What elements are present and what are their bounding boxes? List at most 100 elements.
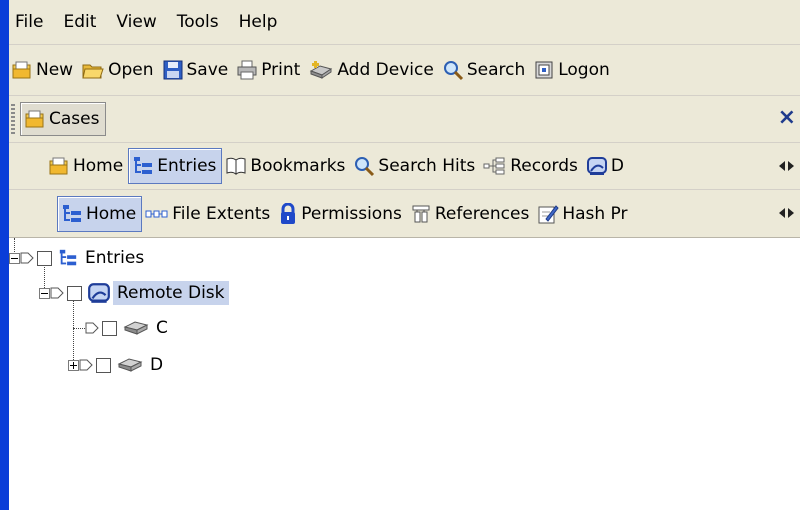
search-hits-icon — [355, 157, 375, 177]
menu-help[interactable]: Help — [229, 7, 288, 37]
add-device-button[interactable]: Add Device — [306, 53, 439, 87]
open-folder-icon — [82, 64, 104, 79]
subview-tabs: Home File Extents Permissions References… — [9, 190, 800, 238]
tree-label-entries: Entries — [85, 248, 145, 268]
cases-label: Cases — [49, 109, 100, 129]
search-label: Search — [466, 60, 526, 80]
open-button[interactable]: Open — [79, 53, 159, 87]
scroll-left-icon[interactable] — [778, 161, 785, 171]
logon-label: Logon — [558, 60, 610, 80]
node-checkbox[interactable] — [96, 357, 111, 373]
subtab-file-extents[interactable]: File Extents — [142, 197, 275, 231]
tab-device-label: D — [610, 156, 624, 176]
selection-pentagon-icon[interactable] — [20, 251, 34, 265]
bookmarks-book-icon — [226, 157, 246, 175]
remote-disk-icon — [88, 283, 110, 303]
references-icon — [412, 205, 430, 222]
tree-node-drive-c[interactable]: C — [73, 311, 172, 345]
app-window: File Edit View Tools Help New Open Save … — [9, 0, 800, 510]
print-button[interactable]: Print — [234, 53, 306, 87]
menu-tools[interactable]: Tools — [167, 7, 229, 37]
view-tabs: Home Entries Bookmarks Search Hits Recor… — [9, 143, 800, 190]
new-case-icon — [12, 61, 31, 79]
cases-icon — [25, 110, 44, 128]
floppy-disk-icon — [163, 60, 182, 80]
hard-drive-icon — [117, 358, 143, 372]
selection-pentagon-icon[interactable] — [50, 286, 64, 300]
tab-entries[interactable]: Entries — [128, 148, 223, 184]
hard-drive-icon — [123, 321, 149, 335]
tab-entries-label: Entries — [157, 156, 217, 176]
tab-bookmarks-label: Bookmarks — [250, 156, 346, 176]
entries-tree: Entries Remote Disk C D — [9, 238, 800, 510]
collapse-icon[interactable] — [39, 287, 50, 299]
home-case-icon — [49, 157, 68, 175]
subtab-hash-truncated[interactable]: Hash Pr — [534, 197, 632, 231]
subtab-file-extents-label: File Extents — [172, 203, 271, 224]
subtab-hash-label: Hash Pr — [562, 203, 628, 224]
tab-device-truncated[interactable]: D — [583, 149, 629, 183]
subtab-permissions-label: Permissions — [301, 203, 402, 224]
logon-button[interactable]: Logon — [531, 53, 616, 87]
window-left-border — [0, 0, 9, 510]
subtab-references[interactable]: References — [407, 197, 534, 231]
tabs-scroll-arrows[interactable] — [772, 151, 800, 181]
cases-button[interactable]: Cases — [20, 102, 107, 136]
search-button[interactable]: Search — [440, 53, 531, 87]
tree-label-drive-c: C — [156, 318, 168, 338]
main-toolbar: New Open Save Print Add Device Search Lo… — [9, 45, 800, 96]
menu-edit[interactable]: Edit — [53, 7, 106, 37]
menu-bar: File Edit View Tools Help — [9, 0, 800, 45]
subtab-permissions[interactable]: Permissions — [275, 197, 407, 231]
subtabs-scroll-arrows[interactable] — [772, 198, 800, 228]
node-checkbox[interactable] — [102, 320, 117, 336]
hash-properties-icon — [538, 204, 559, 223]
tab-search-hits[interactable]: Search Hits — [350, 149, 480, 183]
entries-tree-icon — [59, 249, 77, 266]
expand-icon[interactable] — [68, 359, 79, 371]
menu-file[interactable]: File — [9, 7, 53, 37]
cases-bar: Cases × — [9, 96, 800, 143]
home-tree-icon — [63, 204, 81, 222]
tree-node-remote-disk[interactable]: Remote Disk — [39, 276, 229, 310]
subtab-home[interactable]: Home — [57, 195, 143, 232]
save-label: Save — [186, 60, 229, 80]
file-extents-icon — [145, 210, 168, 217]
tab-home-label: Home — [73, 156, 124, 176]
scroll-left-icon[interactable] — [778, 208, 785, 218]
add-device-label: Add Device — [337, 60, 434, 80]
toolbar-grip[interactable] — [11, 104, 15, 134]
tab-records-label: Records — [510, 156, 578, 176]
tab-search-hits-label: Search Hits — [378, 156, 476, 176]
selection-pentagon-icon[interactable] — [85, 321, 99, 335]
node-checkbox[interactable] — [67, 285, 82, 301]
tree-label-remote-disk: Remote Disk — [113, 281, 229, 305]
collapse-icon[interactable] — [9, 252, 20, 264]
open-label: Open — [108, 60, 154, 80]
subtab-home-label: Home — [86, 203, 137, 224]
records-icon — [483, 157, 505, 175]
node-checkbox[interactable] — [37, 250, 52, 266]
scroll-right-icon[interactable] — [787, 208, 794, 218]
tab-records[interactable]: Records — [480, 149, 583, 183]
close-icon[interactable]: × — [778, 104, 796, 132]
new-label: New — [36, 60, 74, 80]
scroll-right-icon[interactable] — [787, 161, 794, 171]
print-label: Print — [261, 60, 301, 80]
add-device-icon — [310, 61, 333, 79]
selection-pentagon-icon[interactable] — [79, 358, 93, 372]
entries-tree-icon — [134, 157, 153, 174]
device-disk-icon — [586, 157, 607, 175]
tree-connector — [73, 327, 85, 329]
save-button[interactable]: Save — [160, 53, 235, 87]
tab-home[interactable]: Home — [45, 149, 128, 183]
tree-node-entries[interactable]: Entries — [9, 241, 148, 275]
new-button[interactable]: New — [9, 53, 79, 87]
menu-view[interactable]: View — [106, 7, 166, 37]
tree-label-drive-d: D — [150, 355, 164, 375]
tree-node-drive-d[interactable]: D — [68, 348, 167, 382]
tab-bookmarks[interactable]: Bookmarks — [222, 149, 350, 183]
subtab-references-label: References — [434, 203, 530, 224]
printer-icon — [237, 60, 257, 80]
lock-icon — [281, 202, 296, 224]
